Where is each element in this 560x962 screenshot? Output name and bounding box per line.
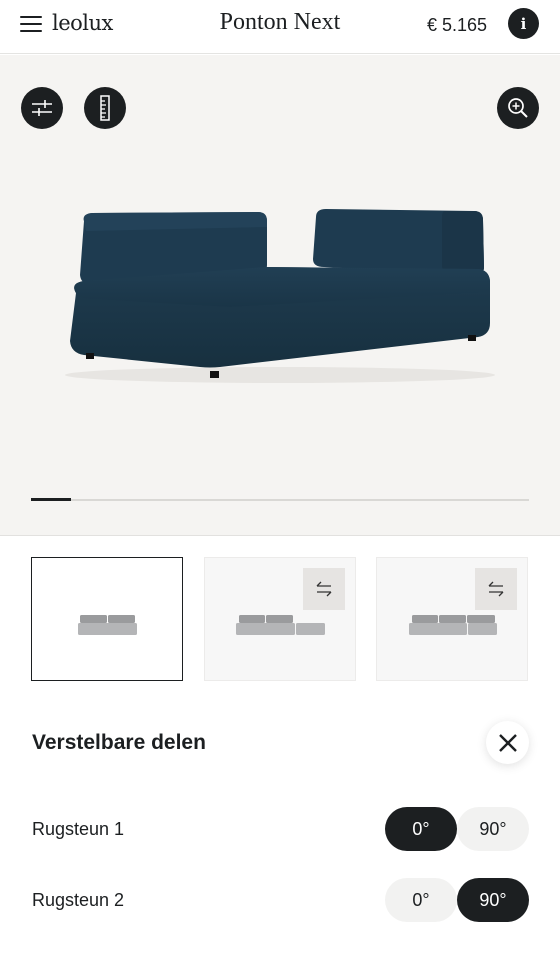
rugsteun-2-option-90[interactable]: 90° xyxy=(457,878,529,922)
sofa-thumbnail-image xyxy=(78,615,137,635)
row-label-rugsteun-1: Rugsteun 1 xyxy=(32,819,125,839)
ruler-icon[interactable] xyxy=(84,87,126,129)
brand-logo[interactable]: leolux xyxy=(52,11,113,35)
sofa-image xyxy=(65,209,495,383)
swap-glyph xyxy=(488,581,504,597)
rugsteun-1-option-0[interactable]: 0° xyxy=(385,807,457,851)
swap-arrows-icon[interactable] xyxy=(475,568,517,610)
sliders-glyph xyxy=(32,100,52,116)
panel-title: Verstelbare delen xyxy=(32,731,206,754)
row-label-rugsteun-2: Rugsteun 2 xyxy=(32,890,125,910)
close-icon[interactable] xyxy=(486,721,529,764)
hamburger-icon[interactable] xyxy=(20,14,44,34)
swap-glyph xyxy=(316,581,332,597)
rugsteun-1-option-90[interactable]: 90° xyxy=(457,807,529,851)
swap-arrows-icon[interactable] xyxy=(303,568,345,610)
info-icon[interactable]: i xyxy=(508,8,539,39)
zoom-glyph xyxy=(508,98,528,118)
zoom-in-icon[interactable] xyxy=(497,87,539,129)
thumbnail-configuration-1[interactable] xyxy=(31,557,183,681)
image-progress-indicator xyxy=(31,498,71,501)
ruler-glyph xyxy=(100,95,110,121)
thumbnail-configuration-3[interactable] xyxy=(376,557,528,681)
thumbnail-configuration-2[interactable] xyxy=(204,557,356,681)
image-progress-track[interactable] xyxy=(31,498,529,501)
product-viewer[interactable] xyxy=(0,55,560,536)
page-title: Ponton Next xyxy=(219,9,341,35)
rugsteun-2-option-0[interactable]: 0° xyxy=(385,878,457,922)
close-glyph xyxy=(498,733,517,752)
sliders-icon[interactable] xyxy=(21,87,63,129)
price-label: € 5.165 xyxy=(426,15,487,35)
top-bar: leolux Ponton Next € 5.165 i xyxy=(0,0,560,54)
